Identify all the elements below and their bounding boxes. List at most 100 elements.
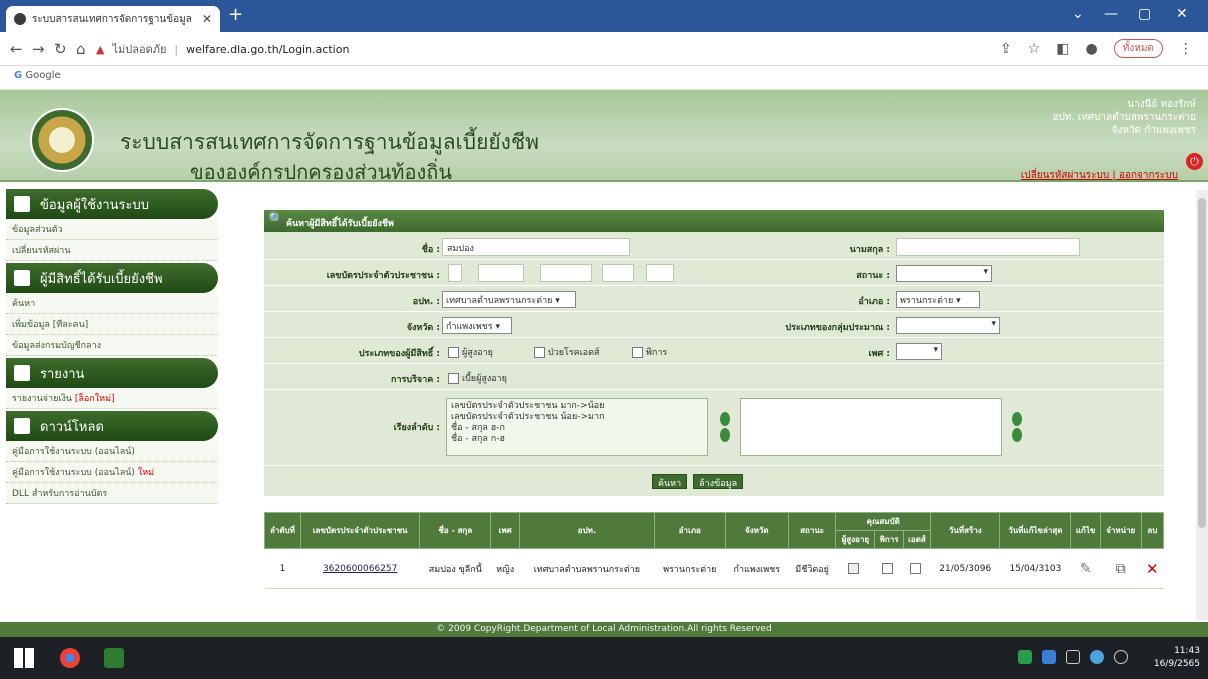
sidebar-section-download[interactable]: ดาวน์โหลด [6, 411, 218, 441]
share-icon[interactable]: ⇪ [1000, 41, 1012, 57]
page-scrollbar[interactable] [1196, 190, 1208, 620]
sidebar-section-report[interactable]: รายงาน [6, 358, 218, 388]
header-province: จังหวัด [724, 512, 789, 549]
name-input[interactable]: สมปอง [442, 238, 630, 256]
google-bookmark[interactable]: G Google [14, 70, 61, 81]
volume-icon[interactable] [1114, 650, 1128, 664]
restore-icon[interactable]: ▢ [1138, 6, 1151, 22]
sidepanel-icon[interactable]: ◧ [1056, 41, 1069, 57]
sidebar-section-user[interactable]: ข้อมูลผู้ใช้งานระบบ [6, 189, 218, 219]
sidebar-item-payment-report[interactable]: รายงานจ่ายเงิน [ล็อกใหม่] [6, 388, 218, 409]
scrollbar-thumb[interactable] [1198, 198, 1206, 528]
chevron-down-icon: ▾ [495, 322, 500, 332]
sort-option[interactable]: ชื่อ - สกุล ฮ-ก [451, 423, 703, 434]
sidebar-item-change-password[interactable]: เปลี่ยนรหัสผ่าน [6, 240, 218, 261]
checkbox-box[interactable] [448, 347, 459, 358]
reload-icon[interactable]: ↻ [54, 40, 67, 58]
forward-arrow-icon[interactable]: → [32, 40, 45, 58]
header-dispose: จำหน่าย [1099, 512, 1142, 549]
browser-tab[interactable]: ระบบสารสนเทศการจัดการฐานข้อมูล ✕ [6, 6, 220, 32]
sidebar-item-manual-2[interactable]: คู่มือการใช้งานระบบ (ออนไลน์) ใหม่ [6, 462, 218, 483]
close-window-icon[interactable]: ✕ [1176, 6, 1188, 22]
tab-title: ระบบสารสนเทศการจัดการฐานข้อมูล [32, 13, 192, 25]
search-button[interactable]: ค้นหา [652, 474, 688, 489]
spreadsheet-icon[interactable] [104, 648, 124, 668]
move-right-arrow-icon[interactable] [720, 412, 730, 426]
header-edit: แก้ไข [1070, 512, 1101, 549]
profile-icon[interactable]: ● [1086, 41, 1098, 57]
new-tab-icon[interactable]: + [228, 6, 243, 24]
sidebar-section-title: ข้อมูลผู้ใช้งานระบบ [40, 197, 150, 213]
sidebar-item-manual-1[interactable]: คู่มือการใช้งานระบบ (ออนไลน์) [6, 441, 218, 462]
tray-file-icon[interactable] [1066, 650, 1080, 664]
sidebar-item-submit-data[interactable]: ข้อมูลส่งกรมบัญชีกลาง [6, 335, 218, 356]
bookmark-star-icon[interactable]: ☆ [1028, 41, 1041, 57]
surname-input[interactable] [896, 238, 1080, 256]
sort-option[interactable]: เลขบัตรประจำตัวประชาชน มาก->น้อย [451, 401, 703, 412]
profile-button[interactable]: ทั้งหมด [1113, 39, 1163, 58]
name-label: ชื่อ : [421, 245, 440, 255]
search-panel-title: ค้นหาผู้มีสิทธิ์ได้รับเบี้ยยังชีพ [286, 219, 394, 229]
user-account-links[interactable]: เปลี่ยนรหัสผ่านระบบ | ออกจากระบบ [1021, 168, 1178, 183]
edit-icon[interactable]: ✎ [1080, 561, 1092, 577]
district-select[interactable]: พรานกระต่าย ▾ [896, 291, 980, 308]
system-tray [1018, 650, 1128, 664]
sort-option[interactable]: ชื่อ - สกุล ก-ฮ [451, 434, 703, 445]
form-row: จังหวัด : กำแพงเพชร ▾ ประเภทของกลุ่มประม… [264, 312, 1164, 338]
minimize-icon[interactable]: — [1104, 6, 1118, 22]
taskbar-clock[interactable]: 11:43 16/9/2565 [1154, 645, 1200, 671]
chrome-icon[interactable] [60, 648, 80, 668]
donation-label: การบริจาค : [391, 375, 440, 385]
gender-select[interactable]: ▾ [896, 343, 942, 360]
move-left-arrow-icon[interactable] [720, 428, 730, 442]
sidebar-item-dll[interactable]: DLL สำหรับการอ่านบัตร [6, 483, 218, 504]
idcard-input-2[interactable] [478, 264, 524, 282]
clear-button[interactable]: ล้างข้อมูล [693, 474, 744, 489]
sidebar-item-profile[interactable]: ข้อมูลส่วนตัว [6, 219, 218, 240]
menu-dots-icon[interactable]: ⋮ [1179, 41, 1193, 57]
url-input[interactable]: ▲ ไม่ปลอดภัย | welfare.dla.go.th/Login.a… [96, 37, 996, 61]
idcard-input-4[interactable] [602, 264, 634, 282]
idcard-input-1[interactable] [448, 264, 462, 282]
group-select[interactable]: ▾ [896, 317, 1000, 334]
back-arrow-icon[interactable]: ← [10, 40, 23, 58]
sidebar-section-beneficiary[interactable]: ผู้มีสิทธิ์ได้รับเบี้ยยังชีพ [6, 263, 218, 293]
donation-checkbox[interactable]: เบี้ยผู้สูงอายุ [448, 371, 507, 385]
type-aids-checkbox[interactable]: ป่วยโรคเอดส์ [534, 345, 600, 359]
logout-power-icon[interactable]: ⏻ [1186, 153, 1203, 170]
sort-option[interactable]: เลขบัตรประจำตัวประชาชน น้อย->มาก [451, 412, 703, 423]
type-elderly-checkbox[interactable]: ผู้สูงอายุ [448, 345, 493, 359]
row-province: กำแพงเพชร [725, 548, 789, 589]
org-select[interactable]: เทศบาลตำบลพรานกระต่าย ▾ [442, 291, 576, 308]
sidebar-item-add[interactable]: เพิ่มข้อมูล [ทีละคน] [6, 314, 218, 335]
idcard-input-5[interactable] [646, 264, 674, 282]
tray-app-icon[interactable] [1042, 650, 1056, 664]
status-select[interactable]: ▾ [896, 265, 992, 282]
home-icon[interactable]: ⌂ [76, 40, 86, 58]
org-value: เทศบาลตำบลพรานกระต่าย [446, 296, 553, 306]
site-favicon-icon [14, 13, 26, 25]
sidebar-item-label: คู่มือการใช้งานระบบ (ออนไลน์) [12, 468, 135, 478]
warning-icon[interactable]: ▲ [96, 43, 104, 56]
sort-selected-list[interactable] [740, 398, 1002, 456]
delete-icon[interactable]: ✕ [1146, 560, 1159, 578]
sidebar-item-search[interactable]: ค้นหา [6, 293, 218, 314]
move-up-arrow-icon[interactable] [1012, 412, 1022, 426]
close-tab-icon[interactable]: ✕ [202, 12, 212, 26]
checkbox-label: เบี้ยผู้สูงอายุ [462, 374, 507, 384]
header-gender: เพศ [490, 512, 521, 549]
row-id-link[interactable]: 3620600066257 [300, 548, 420, 589]
windows-start-icon[interactable] [14, 648, 34, 668]
province-select[interactable]: กำแพงเพชร ▾ [442, 317, 512, 334]
sort-options-list[interactable]: เลขบัตรประจำตัวประชาชน มาก->น้อย เลขบัตร… [446, 398, 708, 456]
idcard-input-3[interactable] [540, 264, 592, 282]
checkbox-box[interactable] [632, 347, 643, 358]
type-disabled-checkbox[interactable]: พิการ [632, 345, 667, 359]
tray-app-icon[interactable] [1018, 650, 1032, 664]
checkbox-box[interactable] [448, 373, 459, 384]
checkbox-box[interactable] [534, 347, 545, 358]
network-icon[interactable] [1090, 650, 1104, 664]
dispose-icon[interactable]: ⧉ [1116, 561, 1126, 577]
move-down-arrow-icon[interactable] [1012, 428, 1022, 442]
chevron-down-icon[interactable]: ⌄ [1072, 6, 1084, 22]
